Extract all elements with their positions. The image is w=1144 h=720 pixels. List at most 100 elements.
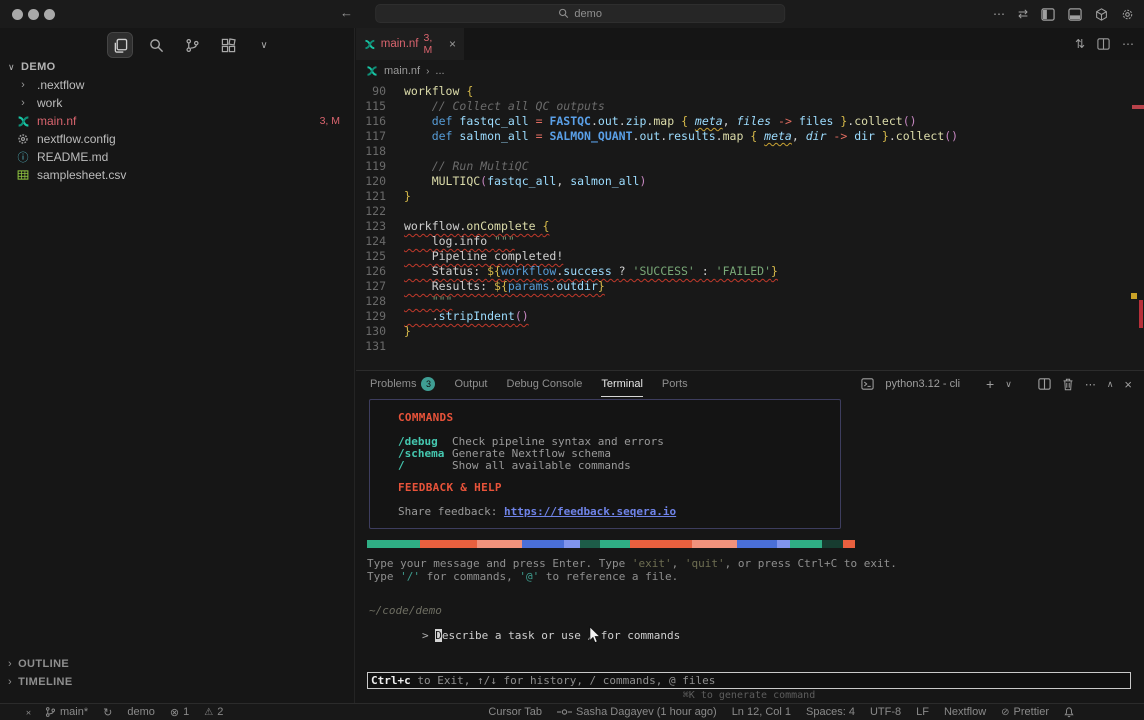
status-item-demo[interactable]: demo: [127, 706, 155, 718]
explorer-folder-header[interactable]: ∨ DEMO: [0, 58, 354, 76]
line-number: 127: [356, 279, 386, 294]
prompt-placeholder: escribe a task or use / for commands: [442, 629, 680, 642]
file-problems-badge: 3, M: [320, 115, 340, 127]
status-item-sasha-dagayev-1-hour-ago-[interactable]: Sasha Dagayev (1 hour ago): [557, 706, 717, 718]
colorbar-segment: [790, 540, 822, 548]
code-editor[interactable]: 90workflow {115 // Collect all QC output…: [356, 84, 1144, 370]
more-actions-icon[interactable]: ⋯: [1122, 37, 1134, 51]
line-number: 128: [356, 294, 386, 309]
warning-icon: ⚠: [204, 706, 213, 718]
more-actions-icon[interactable]: ⋯: [993, 7, 1005, 21]
code-line-123: 123workflow.onComplete {: [356, 219, 1144, 234]
panel-tab-debug-console[interactable]: Debug Console: [507, 371, 583, 397]
panel-tab-output[interactable]: Output: [454, 371, 487, 397]
colorbar-segment: [692, 540, 737, 548]
terminal-prompt[interactable]: > Describe a task or use / for commands: [369, 616, 680, 655]
tree-item-nextflow-config[interactable]: nextflow.config: [0, 130, 354, 148]
back-arrow-icon[interactable]: ←: [340, 5, 353, 20]
feedback-line: Share feedback: https://feedback.seqera.…: [398, 506, 812, 518]
status-item-remote-icon[interactable]: ›‹: [26, 706, 30, 718]
file-label: work: [37, 96, 62, 110]
close-panel-icon[interactable]: ×: [1124, 377, 1132, 392]
breadcrumb[interactable]: main.nf › ...: [356, 60, 1144, 82]
line-content: """: [386, 294, 452, 309]
colorbar-segment: [822, 540, 843, 548]
status-item-prettier[interactable]: ⊘Prettier: [1001, 706, 1049, 718]
line-number: 118: [356, 144, 386, 159]
chevron-down-icon[interactable]: ∨: [1005, 379, 1012, 390]
chevron-down-icon: ∨: [8, 62, 15, 73]
code-line-117: 117 def salmon_all = SALMON_QUANT.out.re…: [356, 129, 1144, 144]
gear-icon: [16, 133, 30, 145]
status-item-1[interactable]: ⊗1: [170, 706, 189, 719]
trash-icon[interactable]: [1062, 378, 1074, 391]
terminal-input-hint-box[interactable]: Ctrl+c to Exit, ↑/↓ for history, / comma…: [367, 672, 1131, 689]
chevron-right-icon: ›: [16, 97, 30, 109]
prompt-char: >: [422, 629, 435, 642]
split-terminal-icon[interactable]: [1038, 378, 1051, 390]
toggle-sidebar-icon[interactable]: [1041, 8, 1055, 21]
colorbar-segment: [580, 540, 600, 548]
panel-tab-terminal[interactable]: Terminal: [601, 371, 643, 397]
command-center-search[interactable]: demo: [375, 4, 785, 23]
feedback-link[interactable]: https://feedback.seqera.io: [504, 505, 676, 518]
outline-section[interactable]: › OUTLINE: [0, 655, 354, 673]
window-close-button[interactable]: [12, 9, 23, 20]
status-item-2[interactable]: ⚠2: [204, 706, 223, 718]
code-line-119: 119 // Run MultiQC: [356, 159, 1144, 174]
tree-item-main-nf[interactable]: main.nf 3, M: [0, 112, 354, 130]
tree-item-readme-md[interactable]: ⓘREADME.md: [0, 148, 354, 166]
source-control-icon[interactable]: [180, 33, 204, 57]
command-list: /debugCheck pipeline syntax and errors/s…: [398, 436, 812, 472]
timeline-section[interactable]: › TIMELINE: [0, 673, 354, 691]
status-item-sync-icon[interactable]: ↻: [103, 706, 112, 719]
status-item-nextflow[interactable]: Nextflow: [944, 706, 986, 718]
command-description: Show all available commands: [452, 460, 631, 472]
line-content: Pipeline completed!: [386, 249, 563, 264]
status-item-lf[interactable]: LF: [916, 706, 929, 718]
search-icon[interactable]: [144, 33, 168, 57]
panel-tab-ports[interactable]: Ports: [662, 371, 688, 397]
table-icon: [16, 169, 30, 181]
chevron-down-icon[interactable]: ∨: [252, 33, 276, 57]
status-item-utf-8[interactable]: UTF-8: [870, 706, 901, 718]
file-label: main.nf: [37, 114, 76, 128]
tree-item--nextflow[interactable]: ›.nextflow: [0, 76, 354, 94]
colorbar-segment: [522, 540, 564, 548]
cube-icon[interactable]: [1095, 8, 1108, 21]
status-item-ln-12-col-1[interactable]: Ln 12, Col 1: [732, 706, 791, 718]
panel-tab-problems[interactable]: Problems3: [370, 371, 435, 397]
status-item-main-[interactable]: main*: [45, 706, 88, 718]
line-content: // Collect all QC outputs: [386, 99, 605, 114]
chevron-up-icon[interactable]: ∧: [1107, 379, 1114, 390]
status-item-bell-icon[interactable]: [1064, 707, 1074, 718]
split-editor-icon[interactable]: [1097, 38, 1110, 50]
tab-bar: main.nf 3, M × ⇅ ⋯: [356, 28, 1144, 60]
swap-arrows-icon[interactable]: ⇄: [1018, 7, 1028, 21]
feedback-header: FEEDBACK & HELP: [398, 482, 812, 494]
tree-item-samplesheet-csv[interactable]: samplesheet.csv: [0, 166, 354, 184]
branch-icon: [45, 706, 56, 718]
status-item-cursor-tab[interactable]: Cursor Tab: [488, 706, 542, 718]
code-line-121: 121}: [356, 189, 1144, 204]
tab-main-nf[interactable]: main.nf 3, M ×: [356, 28, 464, 60]
extensions-icon[interactable]: [216, 33, 240, 57]
toggle-panel-icon[interactable]: [1068, 8, 1082, 21]
window-minimize-button[interactable]: [28, 9, 39, 20]
window-maximize-button[interactable]: [44, 9, 55, 20]
breadcrumb-more: ...: [435, 65, 444, 77]
code-line-126: 126 Status: ${workflow.success ? 'SUCCES…: [356, 264, 1144, 279]
settings-gear-icon[interactable]: [1121, 8, 1134, 21]
more-actions-icon[interactable]: ⋯: [1085, 378, 1096, 391]
titlebar: ← demo ⋯ ⇄: [0, 0, 1144, 28]
tree-item-work[interactable]: › work: [0, 94, 354, 112]
new-terminal-button[interactable]: +: [986, 376, 994, 392]
code-line-116: 116 def fastqc_all = FASTQC.out.zip.map …: [356, 114, 1144, 129]
swap-vertical-icon[interactable]: ⇅: [1075, 37, 1085, 51]
terminal-session-name[interactable]: python3.12 - cli: [885, 378, 960, 390]
line-number: 121: [356, 189, 386, 204]
status-item-spaces-4[interactable]: Spaces: 4: [806, 706, 855, 718]
close-icon[interactable]: ×: [449, 37, 456, 51]
files-icon[interactable]: [108, 33, 132, 57]
colorbar-segment: [600, 540, 630, 548]
